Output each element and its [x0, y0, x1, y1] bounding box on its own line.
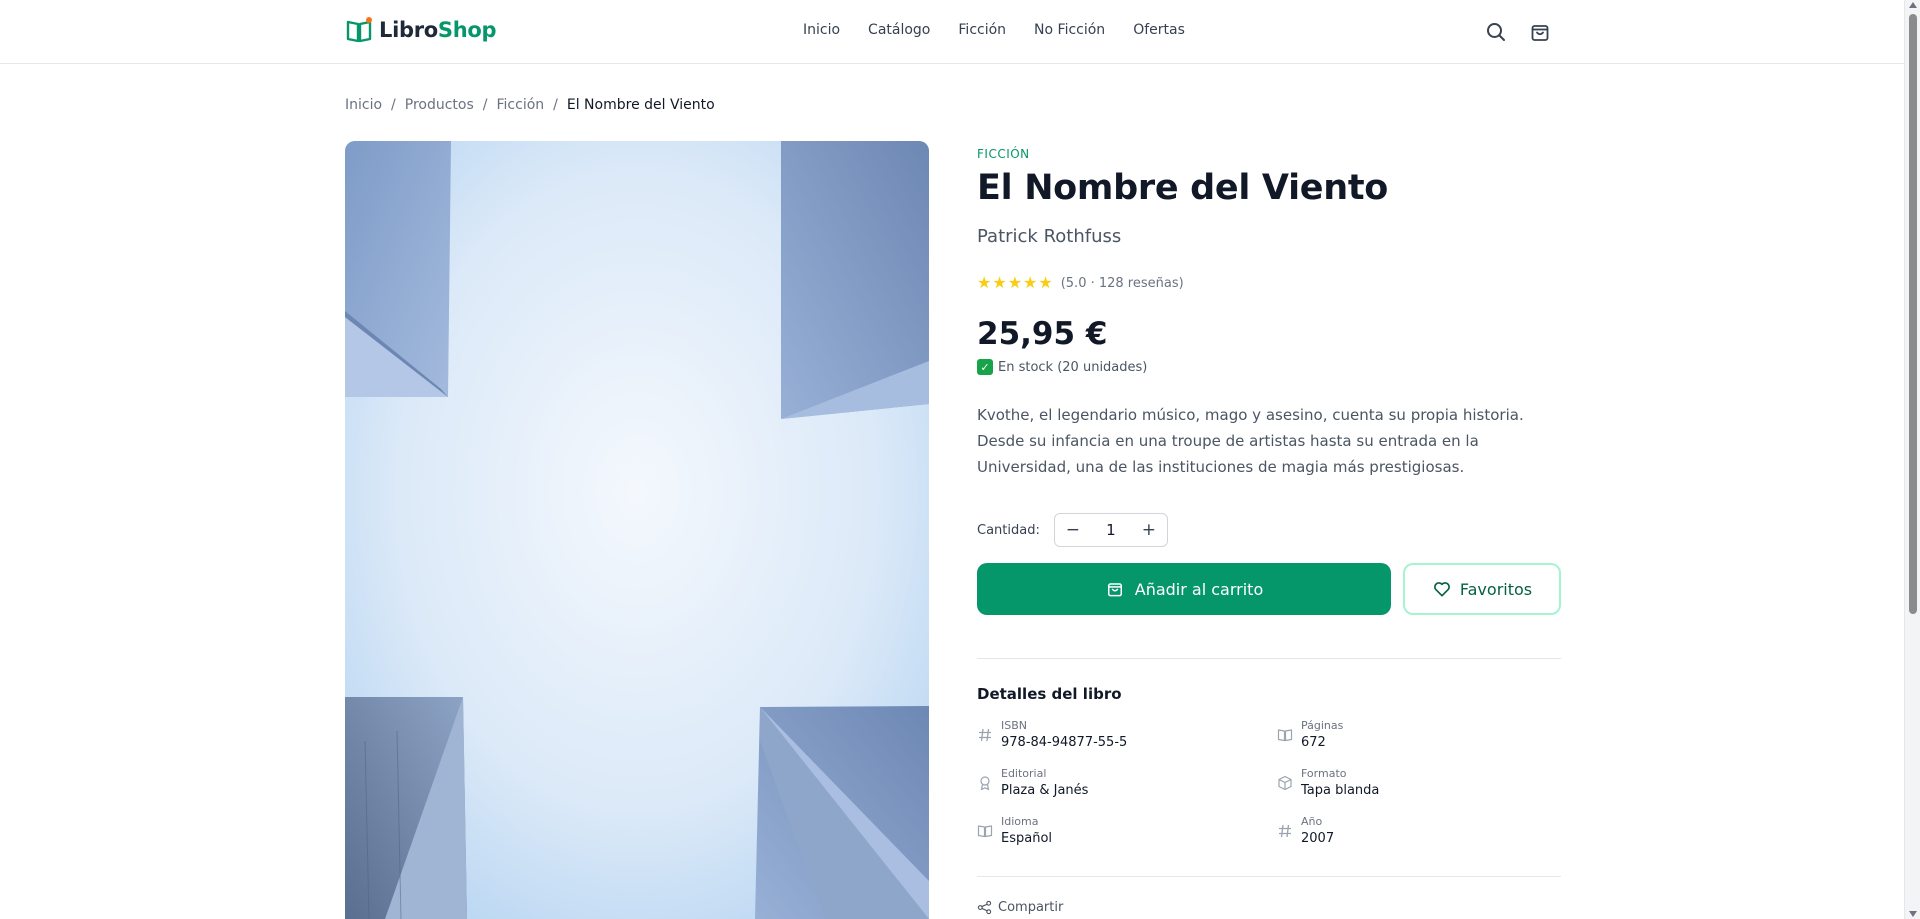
breadcrumb-ficcion[interactable]: Ficción [497, 97, 545, 113]
nav-ofertas[interactable]: Ofertas [1133, 22, 1185, 38]
book-logo-icon [346, 17, 372, 43]
product-image [345, 141, 929, 919]
quantity-label: Cantidad: [977, 522, 1040, 538]
year-value: 2007 [1301, 831, 1335, 846]
product-category[interactable]: FICCIÓN [977, 147, 1030, 161]
divider [977, 658, 1561, 659]
details-title: Detalles del libro [977, 685, 1122, 703]
quantity-value[interactable]: 1 [1106, 521, 1116, 539]
breadcrumb-inicio[interactable]: Inicio [345, 97, 382, 113]
isbn-label: ISBN [1001, 719, 1028, 732]
main-nav: Inicio Catálogo Ficción No Ficción Ofert… [803, 22, 1185, 38]
logo-text-part1: Libro [379, 18, 438, 42]
isbn-value: 978-84-94877-55-5 [1001, 735, 1128, 750]
cover-photo-buildings [345, 141, 929, 919]
nav-ficcion[interactable]: Ficción [958, 22, 1006, 38]
breadcrumb-separator: / [482, 97, 488, 113]
pages-value: 672 [1301, 735, 1326, 750]
breadcrumb-separator: / [553, 97, 558, 113]
rating: ★ ★ ★ ★ ★ (5.0 · 128 reseñas) [977, 275, 1184, 291]
heart-icon [1433, 582, 1450, 597]
share-icon [977, 900, 992, 915]
scroll-down-arrow-icon[interactable] [1909, 911, 1917, 917]
detail-pages: Páginas 672 [1277, 719, 1343, 752]
shopping-bag-icon[interactable] [1528, 20, 1552, 44]
star-icon: ★ [1007, 273, 1023, 292]
share-button[interactable]: Compartir [977, 900, 1063, 915]
breadcrumb: Inicio / Productos / Ficción / El Nombre… [345, 97, 715, 113]
detail-year: Año 2007 [1277, 815, 1334, 848]
publisher-value: Plaza & Janés [1001, 783, 1089, 798]
book-open-icon [977, 825, 993, 838]
search-icon[interactable] [1484, 20, 1508, 44]
book-open-icon [1277, 729, 1293, 742]
nav-inicio[interactable]: Inicio [803, 22, 840, 38]
product-price: 25,95 € [977, 316, 1108, 352]
detail-publisher: Editorial Plaza & Janés [977, 767, 1088, 800]
stock-text: En stock (20 unidades) [998, 359, 1148, 375]
detail-format: Formato Tapa blanda [1277, 767, 1379, 800]
scroll-up-arrow-icon[interactable] [1909, 2, 1917, 8]
star-icon: ★ [977, 273, 992, 292]
logo[interactable]: LibroShop [345, 16, 497, 44]
nav-catalogo[interactable]: Catálogo [868, 22, 930, 38]
package-icon [1278, 775, 1292, 791]
scroll-thumb[interactable] [1909, 14, 1917, 614]
nav-no-ficcion[interactable]: No Ficción [1034, 22, 1105, 38]
product-author[interactable]: Patrick Rothfuss [977, 226, 1121, 247]
scrollbar[interactable] [1904, 0, 1920, 919]
increment-button[interactable]: + [1141, 520, 1157, 540]
breadcrumb-productos[interactable]: Productos [405, 97, 474, 113]
divider [977, 876, 1561, 877]
hash-icon [979, 728, 991, 742]
quantity-row: Cantidad: − 1 + [977, 513, 1168, 547]
star-icon: ★ [1023, 273, 1038, 292]
format-value: Tapa blanda [1301, 783, 1380, 798]
favorites-label: Favoritos [1459, 579, 1533, 599]
pages-label: Páginas [1301, 719, 1344, 732]
detail-isbn: ISBN 978-84-94877-55-5 [977, 719, 1127, 752]
check-icon: ✓ [977, 359, 993, 375]
year-label: Año [1301, 815, 1323, 828]
rating-text[interactable]: (5.0 · 128 reseñas) [1061, 276, 1184, 291]
favorites-button[interactable]: Favoritos [1403, 563, 1561, 615]
stock-status: ✓ En stock (20 unidades) [977, 359, 1147, 375]
star-icon: ★ [992, 273, 1007, 292]
language-value: Español [1001, 831, 1053, 846]
star-icon: ★ [1038, 273, 1053, 292]
breadcrumb-separator: / [391, 97, 396, 113]
product-description: Kvothe, el legendario músico, mago y ase… [977, 406, 1524, 476]
language-label: Idioma [1001, 815, 1039, 828]
publisher-label: Editorial [1001, 767, 1047, 780]
hash-icon [1279, 824, 1291, 838]
product-title: El Nombre del Viento [977, 168, 1389, 208]
logo-text: LibroShop [379, 18, 497, 42]
format-label: Formato [1301, 767, 1347, 780]
detail-language: Idioma Español [977, 815, 1052, 848]
quantity-stepper: − 1 + [1053, 513, 1168, 547]
add-to-cart-button[interactable]: Añadir al carrito [977, 563, 1391, 615]
logo-text-part2: Shop [437, 18, 497, 42]
breadcrumb-current: El Nombre del Viento [566, 97, 715, 113]
shopping-bag-icon [1107, 583, 1122, 597]
decrement-button[interactable]: − [1065, 520, 1081, 540]
award-icon [980, 776, 990, 791]
add-to-cart-label: Añadir al carrito [1134, 579, 1264, 599]
site-header: LibroShop Inicio Catálogo Ficción No Fic… [0, 0, 1904, 64]
share-label: Compartir [998, 900, 1064, 915]
rating-stars: ★ ★ ★ ★ ★ [977, 275, 1053, 291]
